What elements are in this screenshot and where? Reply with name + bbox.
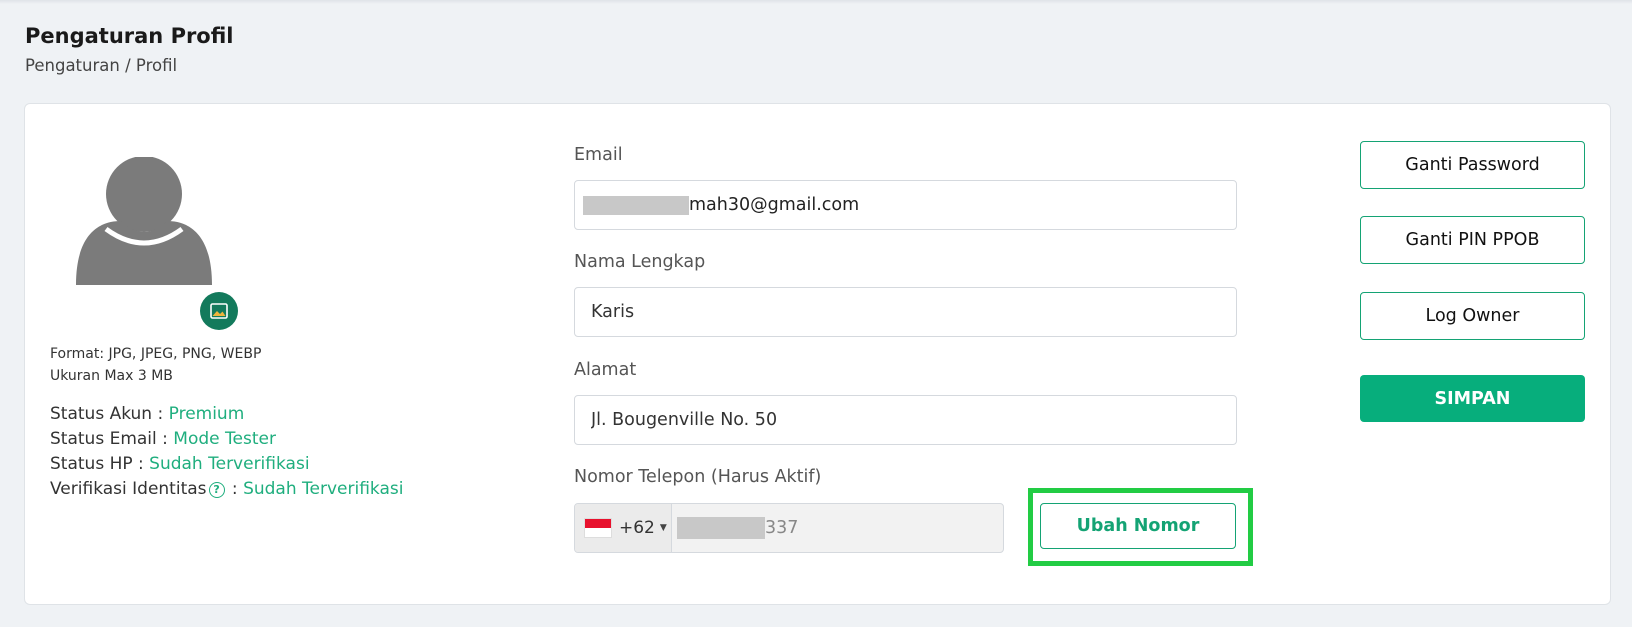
status-identity: Verifikasi Identitas? : Sudah Terverifik… xyxy=(50,479,403,499)
status-phone-label: Status HP : xyxy=(50,454,150,474)
breadcrumb-item-settings[interactable]: Pengaturan xyxy=(25,56,120,75)
status-email-value: Mode Tester xyxy=(173,429,276,449)
avatar-placeholder-icon xyxy=(76,157,212,285)
status-identity-label: Verifikasi Identitas xyxy=(50,479,207,499)
redacted-block xyxy=(677,517,765,539)
help-icon[interactable]: ? xyxy=(208,482,225,498)
country-dial-code: +62 xyxy=(619,518,655,538)
breadcrumb-item-profile: Profil xyxy=(135,56,178,75)
change-pin-button[interactable]: Ganti PIN PPOB xyxy=(1360,216,1585,264)
address-label: Alamat xyxy=(574,360,637,380)
upload-photo-button[interactable] xyxy=(200,292,238,330)
breadcrumb: Pengaturan / Profil xyxy=(25,56,177,75)
caret-down-icon: ▼ xyxy=(659,523,667,533)
status-account-label: Status Akun : xyxy=(50,404,169,424)
status-phone-value: Sudah Terverifikasi xyxy=(149,454,310,474)
page-title: Pengaturan Profil xyxy=(25,24,234,48)
change-number-button[interactable]: Ubah Nomor xyxy=(1040,503,1236,549)
status-account: Status Akun : Premium xyxy=(50,404,244,424)
indonesia-flag-icon xyxy=(585,519,611,537)
image-icon xyxy=(210,303,228,319)
status-identity-value: Sudah Terverifikasi xyxy=(243,479,404,499)
change-password-button[interactable]: Ganti Password xyxy=(1360,141,1585,189)
phone-number-value: 337 xyxy=(765,518,799,538)
photo-format-text: Format: JPG, JPEG, PNG, WEBP xyxy=(50,346,262,362)
status-identity-separator: : xyxy=(226,479,244,499)
email-value: mah30@gmail.com xyxy=(689,195,860,215)
email-label: Email xyxy=(574,145,623,165)
phone-input-group: +62 ▼ 337 xyxy=(574,503,1004,553)
full-name-input[interactable] xyxy=(574,287,1237,337)
country-code-select[interactable]: +62 ▼ xyxy=(575,504,672,552)
photo-size-text: Ukuran Max 3 MB xyxy=(50,368,173,384)
redacted-block xyxy=(583,195,689,215)
address-input[interactable] xyxy=(574,395,1237,445)
phone-label: Nomor Telepon (Harus Aktif) xyxy=(574,467,822,487)
phone-number-field[interactable]: 337 xyxy=(672,517,798,539)
status-phone: Status HP : Sudah Terverifikasi xyxy=(50,454,310,474)
breadcrumb-separator: / xyxy=(125,56,131,75)
status-email: Status Email : Mode Tester xyxy=(50,429,276,449)
status-email-label: Status Email : xyxy=(50,429,174,449)
full-name-label: Nama Lengkap xyxy=(574,252,706,272)
email-field[interactable]: mah30@gmail.com xyxy=(574,180,1237,230)
save-button[interactable]: SIMPAN xyxy=(1360,375,1585,422)
log-owner-button[interactable]: Log Owner xyxy=(1360,292,1585,340)
topbar-shadow xyxy=(0,0,1632,4)
status-account-value: Premium xyxy=(168,404,245,424)
